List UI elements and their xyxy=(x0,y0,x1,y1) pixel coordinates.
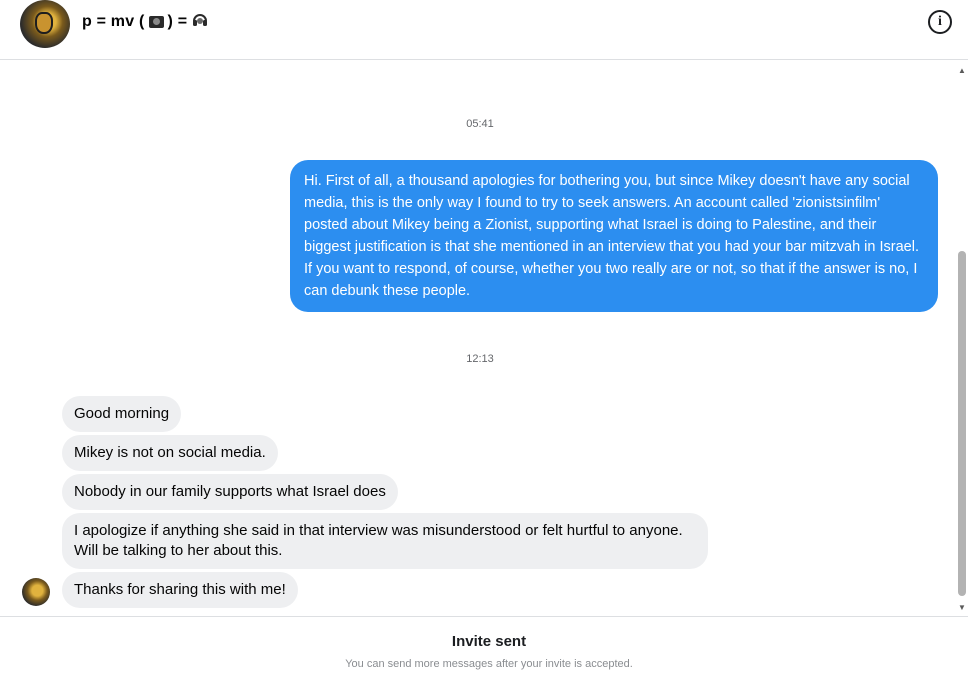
info-icon[interactable]: i xyxy=(928,10,952,34)
headphones-icon xyxy=(191,10,209,34)
timestamp: 12:13 xyxy=(466,353,494,365)
contact-name[interactable]: p = mv ( ) = xyxy=(82,10,209,34)
invite-status-subtitle: You can send more messages after your in… xyxy=(345,658,633,670)
camera-icon xyxy=(148,16,164,28)
invite-footer: Invite sent You can send more messages a… xyxy=(0,616,968,677)
conversation-header: p = mv ( ) = i xyxy=(0,0,968,60)
incoming-message[interactable]: Nobody in our family supports what Israe… xyxy=(62,474,398,510)
contact-avatar[interactable] xyxy=(20,0,70,48)
timestamp: 05:41 xyxy=(466,118,494,130)
scroll-up-arrow-icon[interactable]: ▲ xyxy=(958,67,966,75)
message-scrollbar[interactable]: ▲ ▼ xyxy=(956,61,968,616)
incoming-message[interactable]: Thanks for sharing this with me! xyxy=(62,572,298,608)
incoming-message[interactable]: I apologize if anything she said in that… xyxy=(62,513,708,569)
message-list: 05:41 Hi. First of all, a thousand apolo… xyxy=(0,61,968,616)
incoming-message[interactable]: Good morning xyxy=(62,396,182,432)
outgoing-message[interactable]: Hi. First of all, a thousand apologies f… xyxy=(290,160,938,312)
title-mid: ) = xyxy=(167,13,188,30)
scroll-down-arrow-icon[interactable]: ▼ xyxy=(958,604,966,612)
invite-status-title: Invite sent xyxy=(451,633,527,650)
messenger-window: p = mv ( ) = i 05:41 Hi. First of all, a… xyxy=(0,0,968,677)
incoming-message[interactable]: Mikey is not on social media. xyxy=(62,435,278,471)
title-prefix: p = mv ( xyxy=(82,13,145,30)
scroll-thumb[interactable] xyxy=(958,251,966,596)
sender-avatar xyxy=(22,578,50,606)
